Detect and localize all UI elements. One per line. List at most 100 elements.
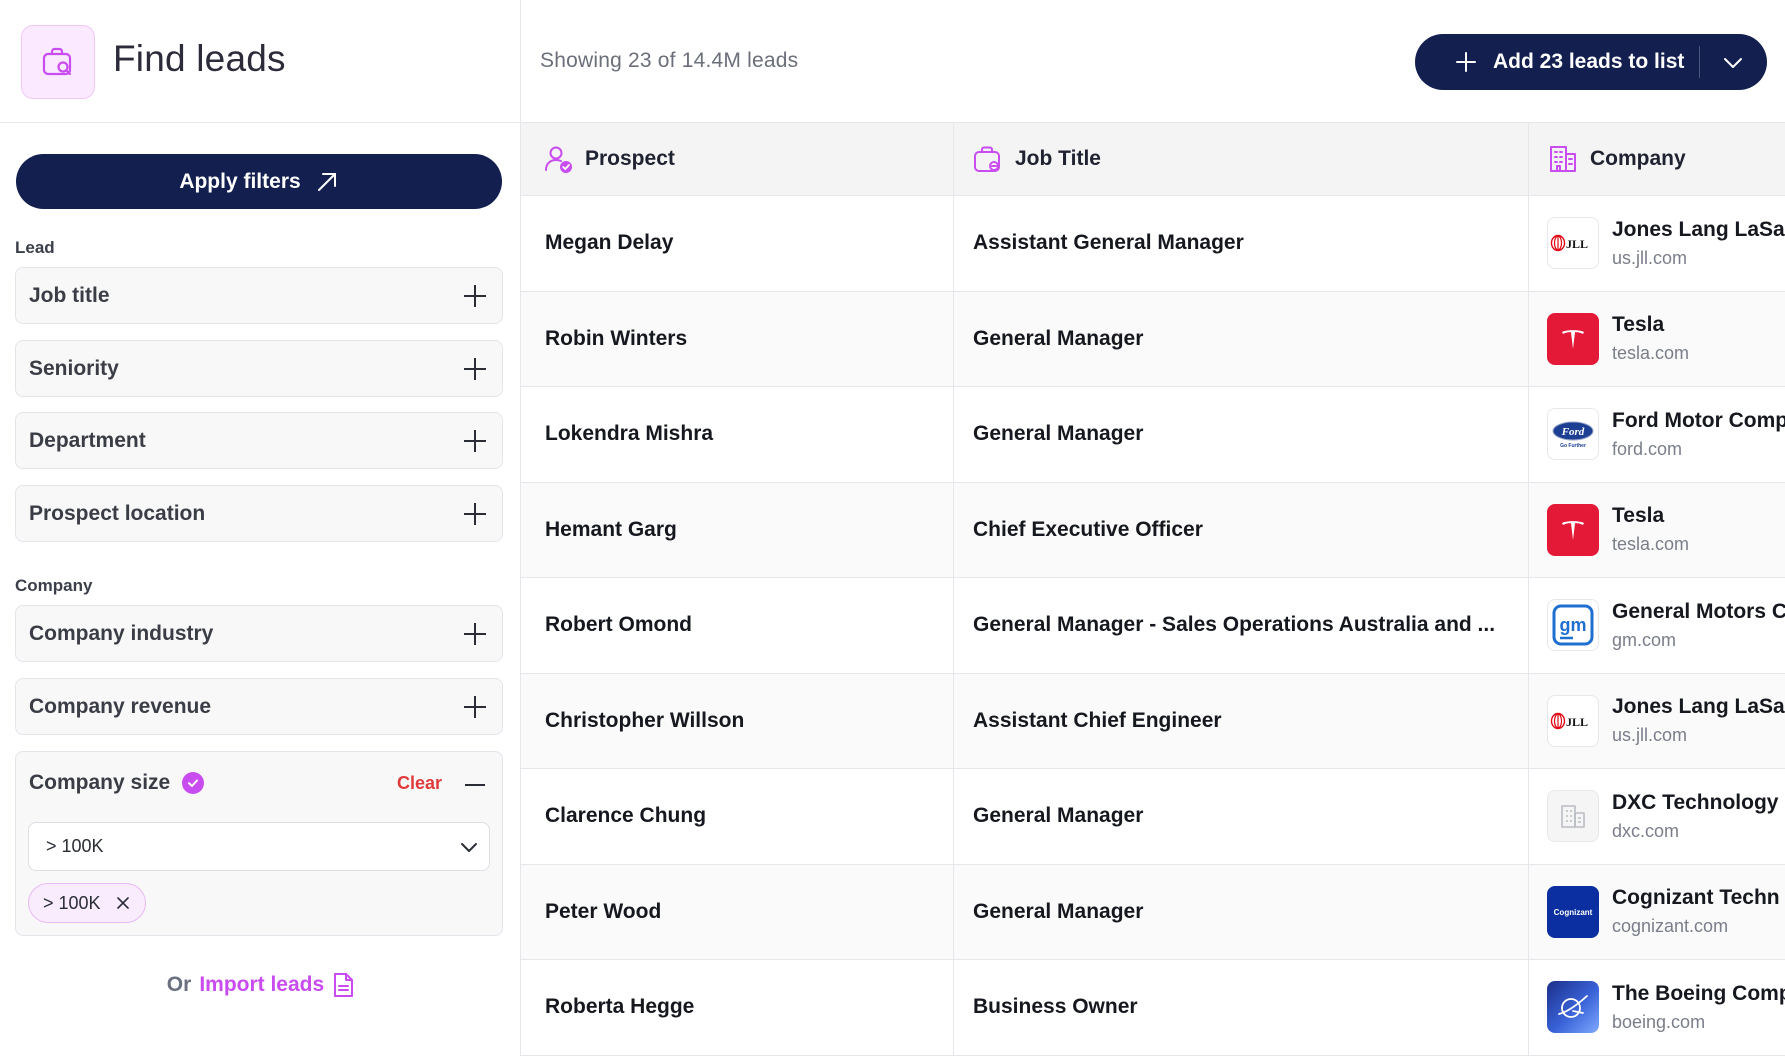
job-title-cell: General Manager	[954, 864, 1529, 959]
filter-label: Prospect location	[29, 501, 206, 525]
svg-text:gm: gm	[1560, 615, 1587, 635]
prospect-cell[interactable]: Megan Delay	[521, 196, 954, 291]
company-domain[interactable]: tesla.com	[1612, 343, 1689, 364]
job-title-cell: Chief Executive Officer	[954, 482, 1529, 577]
filter-label: Job title	[29, 283, 110, 307]
filter-job-title[interactable]: Job title	[15, 267, 503, 324]
company-domain[interactable]: tesla.com	[1612, 534, 1689, 555]
company-cell[interactable]: Ford Go Further Ford Motor Comp ford.com	[1529, 387, 1785, 482]
company-name[interactable]: Jones Lang LaSa	[1612, 218, 1785, 242]
column-header-company[interactable]: Company	[1529, 123, 1785, 195]
company-name[interactable]: The Boeing Comp	[1612, 982, 1785, 1006]
prospect-cell[interactable]: Hemant Garg	[521, 482, 954, 577]
prospect-cell[interactable]: Christopher Willson	[521, 673, 954, 768]
table-row[interactable]: Christopher Willson Assistant Chief Engi…	[521, 673, 1785, 769]
building-placeholder-icon	[1547, 790, 1599, 843]
add-leads-button[interactable]: Add 23 leads to list	[1415, 34, 1767, 90]
company-domain[interactable]: gm.com	[1612, 630, 1785, 651]
company-name[interactable]: Tesla	[1612, 313, 1689, 337]
company-domain[interactable]: dxc.com	[1612, 821, 1778, 842]
company-info: Jones Lang LaSa us.jll.com	[1612, 695, 1785, 746]
job-title-cell: Business Owner	[954, 960, 1529, 1055]
company-name[interactable]: Jones Lang LaSa	[1612, 695, 1785, 719]
apply-filters-label: Apply filters	[179, 169, 301, 193]
prospect-cell[interactable]: Robin Winters	[521, 291, 954, 386]
company-domain[interactable]: us.jll.com	[1612, 725, 1785, 746]
briefcase-icon	[974, 146, 1000, 172]
plus-icon[interactable]	[464, 695, 486, 718]
company-cell[interactable]: Cognizant Cognizant Techn cognizant.com	[1529, 865, 1785, 960]
table-row[interactable]: Megan Delay Assistant General Manager JL…	[521, 196, 1785, 292]
company-domain[interactable]: boeing.com	[1612, 1012, 1785, 1033]
filter-company-industry[interactable]: Company industry	[15, 605, 503, 662]
svg-text:JLL: JLL	[1566, 237, 1588, 251]
company-group-label: Company	[15, 576, 93, 595]
company-info: Jones Lang LaSa us.jll.com	[1612, 218, 1785, 269]
svg-text:JLL: JLL	[1566, 715, 1588, 729]
column-label: Job Title	[1015, 147, 1101, 170]
filter-prospect-location[interactable]: Prospect location	[15, 485, 503, 542]
company-size-select[interactable]: > 100K	[28, 822, 490, 871]
sidebar-header: Find leads	[0, 0, 521, 123]
table-row[interactable]: Roberta Hegge Business Owner The Boeing …	[521, 960, 1785, 1056]
company-cell[interactable]: DXC Technology dxc.com	[1529, 769, 1785, 864]
chevron-down-icon[interactable]	[1721, 51, 1745, 75]
company-domain[interactable]: ford.com	[1612, 439, 1785, 460]
import-leads-link[interactable]: Import leads	[199, 973, 324, 997]
svg-text:Go Further: Go Further	[1560, 443, 1586, 449]
document-icon[interactable]	[332, 972, 354, 998]
company-domain[interactable]: cognizant.com	[1612, 916, 1780, 937]
tesla-logo	[1547, 312, 1599, 365]
apply-filters-button[interactable]: Apply filters	[16, 154, 502, 209]
filter-company-revenue[interactable]: Company revenue	[15, 678, 503, 735]
column-header-job-title[interactable]: Job Title	[954, 123, 1529, 195]
prospect-cell[interactable]: Robert Omond	[521, 578, 954, 673]
plus-icon[interactable]	[464, 622, 486, 645]
tesla-logo	[1547, 503, 1599, 556]
clear-button[interactable]: Clear	[397, 773, 442, 794]
job-title-cell: Assistant General Manager	[954, 196, 1529, 291]
company-cell[interactable]: Tesla tesla.com	[1529, 483, 1785, 578]
chip-label: > 100K	[43, 892, 101, 913]
add-leads-label: Add 23 leads to list	[1493, 50, 1685, 73]
table-row[interactable]: Robin Winters General Manager Tesla tesl…	[521, 291, 1785, 387]
company-cell[interactable]: gm General Motors C gm.com	[1529, 578, 1785, 673]
plus-icon[interactable]	[464, 357, 486, 380]
chevron-down-icon	[461, 842, 477, 852]
company-name[interactable]: General Motors C	[1612, 600, 1785, 624]
table-row[interactable]: Hemant Garg Chief Executive Officer Tesl…	[521, 482, 1785, 578]
table-row[interactable]: Clarence Chung General Manager DXC Techn…	[521, 769, 1785, 865]
find-leads-icon	[21, 25, 95, 99]
plus-icon	[1456, 52, 1476, 72]
collapse-icon[interactable]	[465, 784, 485, 786]
company-name[interactable]: DXC Technology	[1612, 791, 1778, 815]
company-cell[interactable]: Tesla tesla.com	[1529, 292, 1785, 387]
prospect-cell[interactable]: Clarence Chung	[521, 769, 954, 864]
table-row[interactable]: Lokendra Mishra General Manager Ford Go F…	[521, 387, 1785, 483]
company-domain[interactable]: us.jll.com	[1612, 248, 1785, 269]
company-name[interactable]: Ford Motor Comp	[1612, 409, 1785, 433]
company-name[interactable]: Tesla	[1612, 504, 1689, 528]
plus-icon[interactable]	[464, 429, 486, 452]
add-leads-main[interactable]: Add 23 leads to list	[1415, 34, 1684, 90]
table-row[interactable]: Peter Wood General Manager Cognizant Cog…	[521, 864, 1785, 960]
column-label: Prospect	[585, 147, 675, 170]
prospect-cell[interactable]: Lokendra Mishra	[521, 387, 954, 482]
filter-sidebar: Find leads Apply filters Lead Job title …	[0, 0, 521, 1056]
column-header-prospect[interactable]: Prospect	[521, 123, 954, 195]
company-cell[interactable]: JLL Jones Lang LaSa us.jll.com	[1529, 674, 1785, 769]
plus-icon[interactable]	[464, 284, 486, 307]
filter-seniority[interactable]: Seniority	[15, 340, 503, 397]
filter-department[interactable]: Department	[15, 412, 503, 469]
company-cell[interactable]: JLL Jones Lang LaSa us.jll.com	[1529, 196, 1785, 291]
company-size-header[interactable]: Company size	[29, 771, 205, 795]
close-icon[interactable]	[115, 895, 131, 911]
prospect-cell[interactable]: Roberta Hegge	[521, 960, 954, 1055]
prospect-cell[interactable]: Peter Wood	[521, 864, 954, 959]
company-name[interactable]: Cognizant Techn	[1612, 886, 1780, 910]
plus-icon[interactable]	[464, 502, 486, 525]
table-row[interactable]: Robert Omond General Manager - Sales Ope…	[521, 578, 1785, 674]
lead-group-label: Lead	[15, 238, 55, 257]
results-toolbar: Showing 23 of 14.4M leads Add 23 leads t…	[521, 0, 1785, 123]
company-cell[interactable]: The Boeing Comp boeing.com	[1529, 960, 1785, 1055]
